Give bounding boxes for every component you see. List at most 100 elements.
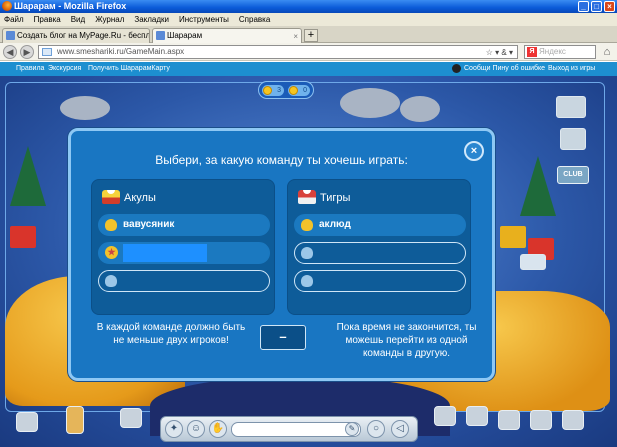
min-players-note: В каждой команде должно быть не меньше д… [96, 322, 246, 346]
menu-tools[interactable]: Инструменты [179, 13, 229, 26]
snow-rock [60, 96, 110, 120]
chat-toolbar: ✦ ☺ ✋ ✎ ○ ◁ [160, 416, 418, 442]
yandex-icon: Я [527, 47, 537, 57]
player-name: аклюд [319, 219, 351, 230]
empty-player-icon [301, 275, 313, 287]
address-url: www.smeshariki.ru/GameMain.aspx [57, 47, 185, 56]
snow-rock [340, 88, 400, 118]
address-bar[interactable]: www.smeshariki.ru/GameMain.aspx ☆ ▾ & ▾ [38, 45, 518, 59]
navigation-bar: ◀ ▶ www.smeshariki.ru/GameMain.aspx ☆ ▾ … [0, 43, 617, 61]
team-header: Акулы [102, 188, 156, 208]
menu-view[interactable]: Вид [71, 13, 85, 26]
shirt-icon [298, 190, 316, 204]
empty-slot[interactable] [294, 242, 466, 264]
character-icon[interactable] [66, 406, 84, 434]
map-icon[interactable] [560, 128, 586, 150]
notes-icon[interactable] [434, 406, 456, 426]
team-header: Тигры [298, 188, 350, 208]
home-game-icon[interactable] [120, 408, 142, 428]
dialog-title: Выбери, за какую команду ты хочешь играт… [155, 153, 408, 167]
magic-wand-icon[interactable]: ✦ [165, 420, 183, 438]
link-tour[interactable]: Экскурсия [48, 62, 81, 76]
link-rules[interactable]: Правила [16, 62, 44, 76]
switch-team-note: Пока время не закончится, ты можешь пере… [336, 322, 477, 359]
team-select-dialog: × Выбери, за какую команду ты хочешь игр… [68, 128, 495, 381]
bug-icon [452, 64, 461, 73]
tab-mypage[interactable]: Создать блог на MyPage.Ru - бесплат... [2, 28, 150, 43]
hud-counter: 3 0 [258, 81, 314, 99]
car-icon[interactable] [498, 410, 520, 430]
camera-icon[interactable] [530, 410, 552, 430]
actions-icon[interactable]: ✋ [209, 420, 227, 438]
team-name: Акулы [124, 192, 156, 204]
coins-counter: 3 [262, 85, 284, 96]
forward-button[interactable]: ▶ [20, 45, 34, 59]
tab-bar: Создать блог на MyPage.Ru - бесплат... Ш… [0, 26, 617, 43]
player-slot[interactable]: аклюд [294, 214, 466, 236]
snow-rock [400, 96, 440, 122]
tab-shararam[interactable]: Шарарам × [152, 28, 302, 43]
site-links-bar: Правила Экскурсия Получить ШарарамКарту … [0, 62, 617, 76]
empty-slot[interactable] [98, 270, 270, 292]
player-name-field [123, 244, 207, 262]
menu-bar: Файл Правка Вид Журнал Закладки Инструме… [0, 13, 617, 26]
send-icon[interactable]: ✎ [345, 422, 359, 436]
arrow-sign-icon[interactable] [520, 254, 546, 270]
christmas-tree-icon [10, 146, 46, 206]
menu-bookmarks[interactable]: Закладки [134, 13, 169, 26]
menu-help[interactable]: Справка [239, 13, 270, 26]
tab-label: Шарарам [167, 31, 203, 40]
menu-history[interactable]: Журнал [95, 13, 124, 26]
home-icon[interactable]: ⌂ [600, 45, 614, 59]
chat-input[interactable] [231, 422, 361, 437]
page-icon [6, 31, 15, 40]
new-tab-button[interactable]: + [304, 29, 318, 42]
gears-icon[interactable] [562, 410, 584, 430]
back-button[interactable]: ◀ [3, 45, 17, 59]
coin-icon [263, 86, 272, 95]
bubble-icon[interactable]: ○ [367, 420, 385, 438]
firefox-icon [2, 1, 12, 11]
empty-player-icon [301, 247, 313, 259]
empty-player-icon [105, 275, 117, 287]
address-tools-icons[interactable]: ☆ ▾ & ▾ [486, 47, 513, 59]
gift-icon [500, 226, 526, 248]
smile-icon[interactable]: ☺ [187, 420, 205, 438]
team-name: Тигры [320, 192, 351, 204]
player-slot[interactable]: вавусяник [98, 214, 270, 236]
close-window-button[interactable]: × [604, 1, 615, 12]
maximize-button[interactable]: □ [591, 1, 602, 12]
star-icon: ★ [105, 246, 118, 259]
christmas-tree-icon [520, 156, 556, 216]
link-report-bug[interactable]: Сообщи Пину об ошибке [464, 62, 545, 76]
phone-icon[interactable] [16, 412, 38, 432]
window-titlebar: Шарарам - Mozilla Firefox _ □ × [0, 0, 617, 13]
player-name: вавусяник [123, 219, 175, 230]
club-sign[interactable]: CLUB [557, 166, 589, 184]
player-slot[interactable]: ★ [98, 242, 270, 264]
tab-label: Создать блог на MyPage.Ru - бесплат... [17, 31, 150, 40]
search-input[interactable]: Я Яндекс [524, 45, 596, 59]
gift-icon [10, 226, 36, 248]
house-icon[interactable] [466, 406, 488, 426]
link-get-card[interactable]: Получить ШарарамКарту [88, 62, 170, 76]
player-avatar-icon [301, 219, 313, 231]
team-panel-tigers: Тигры аклюд [287, 179, 471, 315]
close-tab-icon[interactable]: × [293, 30, 298, 43]
player-avatar-icon [105, 219, 117, 231]
game-area: 3 0 CLUB ✦ ☺ ✋ ✎ ○ ◁ × Выбери, за какую … [0, 76, 617, 447]
search-placeholder: Яндекс [539, 47, 566, 56]
minimize-button[interactable]: _ [578, 1, 589, 12]
bell-icon [289, 86, 298, 95]
newspaper-icon[interactable] [556, 96, 586, 118]
link-exit-game[interactable]: Выход из игры [548, 62, 595, 76]
empty-slot[interactable] [294, 270, 466, 292]
menu-edit[interactable]: Правка [34, 13, 61, 26]
timer-display: – [260, 325, 306, 350]
bells-counter: 0 [288, 85, 310, 96]
window-title: Шарарам - Mozilla Firefox [14, 1, 127, 11]
shirt-icon [102, 190, 120, 204]
sound-icon[interactable]: ◁ [391, 420, 409, 438]
menu-file[interactable]: Файл [4, 13, 24, 26]
site-icon [42, 48, 52, 56]
